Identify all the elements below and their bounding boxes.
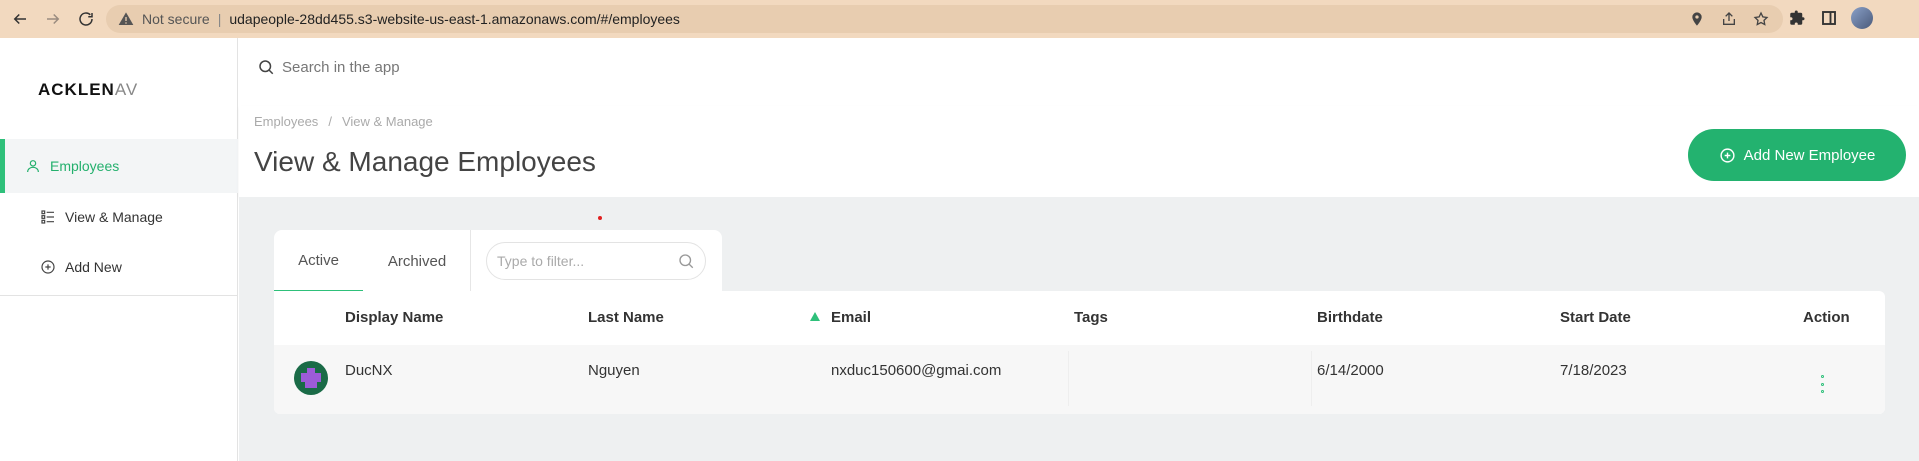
user-icon xyxy=(25,158,41,174)
breadcrumb-employees[interactable]: Employees xyxy=(254,114,318,129)
page-header: Employees / View & Manage View & Manage Em… xyxy=(239,106,1919,197)
tab-active[interactable]: Active xyxy=(274,230,363,292)
row-actions-kebab-icon[interactable] xyxy=(1820,375,1824,393)
tab-archived[interactable]: Archived xyxy=(363,230,471,292)
reload-icon[interactable] xyxy=(73,6,99,32)
sidebar-item-label: View & Manage xyxy=(65,209,163,225)
url-text[interactable]: udapeople-28dd455.s3-website-us-east-1.a… xyxy=(229,11,680,27)
cell-divider xyxy=(1068,351,1069,406)
address-separator: | xyxy=(217,11,222,27)
avatar xyxy=(294,361,328,395)
column-header-birthdate[interactable]: Birthdate xyxy=(1317,309,1383,326)
filter-input[interactable] xyxy=(497,253,677,269)
column-header-email[interactable]: Email xyxy=(831,309,871,326)
column-header-display-name[interactable]: Display Name xyxy=(345,309,443,326)
app-logo[interactable]: ACKLENAV xyxy=(38,80,138,100)
location-pin-icon[interactable] xyxy=(1689,11,1705,27)
cell-display-name: DucNX xyxy=(345,362,393,379)
page-title: View & Manage Employees xyxy=(254,146,596,177)
column-header-last-name[interactable]: Last Name xyxy=(588,309,664,326)
column-header-tags[interactable]: Tags xyxy=(1074,309,1108,326)
profile-avatar[interactable] xyxy=(1851,7,1873,29)
not-secure-label: Not secure xyxy=(142,11,210,27)
employees-table: Display Name Last Name Email Tags Birthd… xyxy=(274,291,1885,414)
app-search[interactable]: Search in the app xyxy=(257,58,400,76)
extensions-puzzle-icon[interactable] xyxy=(1787,8,1807,28)
sidebar-item-view-manage[interactable]: View & Manage xyxy=(0,194,238,240)
avatar-pixel-icon xyxy=(301,368,321,388)
breadcrumb-separator: / xyxy=(328,114,332,129)
top-bar: Search in the app xyxy=(239,38,1919,106)
logo-text-fade: AV xyxy=(114,80,139,99)
add-new-employee-button[interactable]: Add New Employee xyxy=(1688,129,1906,181)
sidebar: ACKLENAV Employees View & Manage Add New xyxy=(0,38,238,461)
column-header-start-date[interactable]: Start Date xyxy=(1560,309,1631,326)
sidebar-divider xyxy=(0,295,238,296)
breadcrumb: Employees / View & Manage xyxy=(254,114,433,129)
search-icon[interactable] xyxy=(677,252,695,270)
sidebar-item-add-new[interactable]: Add New xyxy=(0,244,238,290)
sidebar-item-employees[interactable]: Employees xyxy=(0,139,238,193)
tabs-bar: Active Archived xyxy=(274,230,722,292)
star-bookmark-icon[interactable] xyxy=(1753,11,1769,27)
plus-circle-icon xyxy=(40,259,56,275)
share-icon[interactable] xyxy=(1721,11,1737,27)
warning-icon xyxy=(118,12,134,25)
cell-email: nxduc150600@gmai.com xyxy=(831,362,1002,379)
cell-last-name: Nguyen xyxy=(588,362,640,379)
back-arrow-icon[interactable] xyxy=(7,6,33,32)
logo-text: ACKLEN xyxy=(38,80,115,99)
column-header-action: Action xyxy=(1803,309,1850,326)
cell-birthdate: 6/14/2000 xyxy=(1317,362,1384,379)
filter-field[interactable] xyxy=(486,242,706,280)
side-panel-icon[interactable] xyxy=(1819,8,1839,28)
browser-toolbar: Not secure | udapeople-28dd455.s3-websit… xyxy=(0,0,1919,38)
table-row[interactable]: DucNX Nguyen nxduc150600@gmai.com 6/14/2… xyxy=(274,345,1885,414)
plus-circle-icon xyxy=(1719,147,1736,164)
search-app-label: Search in the app xyxy=(282,58,400,76)
add-button-label: Add New Employee xyxy=(1743,146,1876,164)
address-bar[interactable]: Not secure | udapeople-28dd455.s3-websit… xyxy=(106,5,1783,33)
sidebar-item-label: Employees xyxy=(50,158,120,174)
tab-divider xyxy=(470,230,471,292)
search-icon xyxy=(257,58,275,76)
list-icon xyxy=(40,209,56,225)
sidebar-item-label: Add New xyxy=(65,259,122,275)
breadcrumb-view-manage: View & Manage xyxy=(341,114,433,129)
red-dot-marker xyxy=(598,216,602,220)
cell-start-date: 7/18/2023 xyxy=(1560,362,1627,379)
sort-ascending-icon[interactable] xyxy=(810,312,820,321)
cell-divider xyxy=(1311,351,1312,406)
forward-arrow-icon[interactable] xyxy=(40,6,66,32)
